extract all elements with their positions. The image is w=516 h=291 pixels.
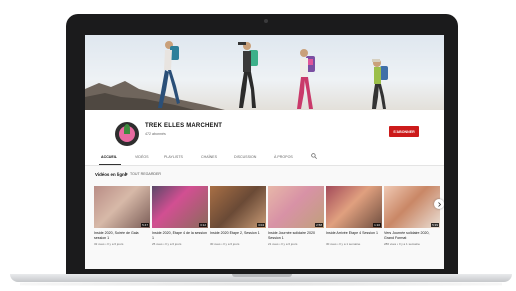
search-icon[interactable] (311, 153, 317, 159)
video-duration: 1:10 (373, 223, 381, 227)
video-card[interactable]: 2:58 Inside Journée solidaire 2020 Sessi… (268, 186, 324, 246)
next-button[interactable] (434, 199, 444, 209)
video-title[interactable]: Vers Journée solidaire 2020, Grand Forma… (384, 231, 440, 240)
video-card[interactable]: 5:39 Vers Journée solidaire 2020, Grand … (384, 186, 440, 246)
video-title[interactable]: Inside Arrivée Étape 4 Session 1 (326, 231, 382, 240)
tab-chaines[interactable]: CHAÎNES (201, 155, 217, 159)
play-all-label: TOUT REGARDER (130, 172, 162, 176)
video-duration: 3:12 (199, 223, 207, 227)
laptop-shadow (20, 282, 502, 286)
channel-name: TREK ELLES MARCHENT (145, 123, 223, 129)
tab-playlists[interactable]: PLAYLISTS (164, 155, 183, 159)
laptop-mockup: TREK ELLES MARCHENT 472 abonnés S'ABONNE… (0, 0, 516, 291)
active-tab-indicator (99, 164, 121, 165)
video-thumbnail[interactable]: 2:58 (268, 186, 324, 228)
laptop-base-notch (232, 274, 292, 277)
video-meta: 286 vues • Il y a 1 semaine (384, 242, 420, 246)
subscribe-button[interactable]: S'ABONNER (389, 126, 419, 137)
video-duration: 5:39 (431, 223, 439, 227)
hiker-figure (238, 42, 258, 108)
hiker-figure (372, 59, 388, 109)
play-all-button[interactable]: TOUT REGARDER (125, 172, 161, 176)
video-meta: 30 vues • Il y a 6 jours (210, 242, 240, 246)
video-card[interactable]: 5:47 Inside 2020, Soirée de Gala session… (94, 186, 150, 246)
video-card[interactable]: 1:10 Inside Arrivée Étape 4 Session 1 30… (326, 186, 382, 246)
play-icon (125, 172, 128, 176)
video-meta: 32 vues • Il y a 6 jours (94, 242, 124, 246)
video-meta: 21 vues • Il y a 6 jours (268, 242, 298, 246)
video-duration: 3:04 (257, 223, 265, 227)
video-thumbnail[interactable]: 5:39 (384, 186, 440, 228)
video-title[interactable]: Inside 2020 Étape 2, Session 1 (210, 231, 266, 240)
tab-videos[interactable]: VIDÉOS (135, 155, 149, 159)
video-thumbnail[interactable]: 1:10 (326, 186, 382, 228)
video-duration: 2:58 (315, 223, 323, 227)
video-title[interactable]: Inside Journée solidaire 2020 Session 1 (268, 231, 324, 240)
video-thumbnail[interactable]: 5:47 (94, 186, 150, 228)
video-card[interactable]: 3:12 Inside 2020, Étape 4 de la session … (152, 186, 208, 246)
tab-discussion[interactable]: DISCUSSION (234, 155, 256, 159)
video-card[interactable]: 3:04 Inside 2020 Étape 2, Session 1 30 v… (210, 186, 266, 246)
chevron-right-icon (437, 201, 441, 207)
video-duration: 5:47 (141, 223, 149, 227)
tab-a-propos[interactable]: À PROPOS (274, 155, 293, 159)
channel-avatar[interactable] (115, 122, 139, 146)
tab-accueil[interactable]: ACCUEIL (101, 155, 117, 159)
youtube-channel-page: TREK ELLES MARCHENT 472 abonnés S'ABONNE… (85, 35, 444, 269)
video-thumbnail[interactable]: 3:04 (210, 186, 266, 228)
hiker-figure (297, 49, 315, 109)
channel-banner (85, 35, 444, 110)
webcam (264, 19, 268, 23)
video-title[interactable]: Inside 2020, Étape 4 de la session 1 (152, 231, 208, 240)
video-meta: 30 vues • Il y a 1 semaine (326, 242, 361, 246)
hiker-figure (158, 41, 180, 108)
subscriber-count: 472 abonnés (145, 132, 166, 136)
channel-tabs: ACCUEIL VIDÉOS PLAYLISTS CHAÎNES DISCUSS… (85, 150, 444, 166)
video-thumbnail[interactable]: 3:12 (152, 186, 208, 228)
video-title[interactable]: Inside 2020, Soirée de Gala session 1 (94, 231, 150, 240)
section-title: Vidéos en ligne (95, 172, 128, 177)
video-meta: 25 vues • Il y a 6 jours (152, 242, 182, 246)
uploads-section: Vidéos en ligne TOUT REGARDER 5:47 Insid… (85, 166, 444, 269)
